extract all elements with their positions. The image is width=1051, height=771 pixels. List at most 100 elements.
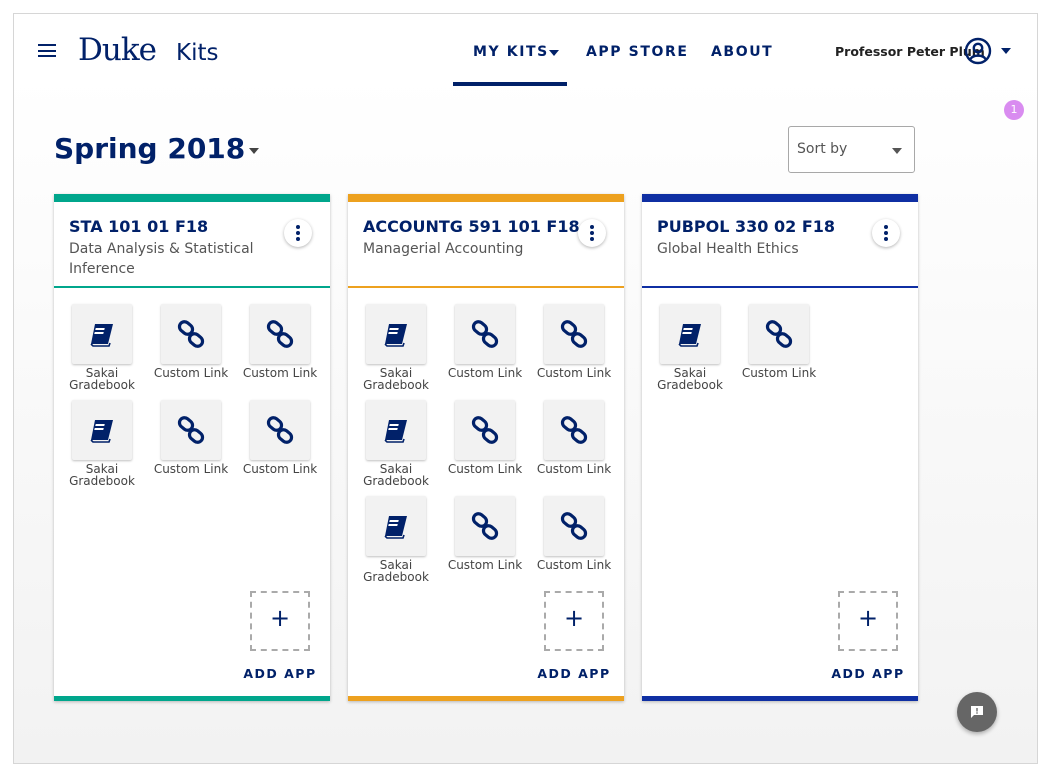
app-tile-label: Custom Link [741, 366, 817, 380]
add-app-button[interactable]: + [838, 591, 898, 651]
link-icon[interactable] [455, 496, 515, 556]
book-icon[interactable] [72, 304, 132, 364]
book-icon[interactable] [72, 400, 132, 460]
card-accent-bottom [348, 696, 624, 701]
app-frame: Duke Kits MY KITS APP STORE ABOUT Profes… [13, 13, 1038, 764]
card-accent-top [348, 194, 624, 202]
app-tile[interactable]: Sakai Gradebook [66, 400, 156, 496]
semester-title[interactable]: Spring 2018 [54, 132, 245, 165]
plus-icon: + [857, 604, 879, 632]
app-tile[interactable]: Sakai Gradebook [360, 400, 450, 496]
app-tile[interactable]: Custom Link [537, 496, 628, 592]
notification-badge[interactable]: 1 [1004, 100, 1024, 120]
book-icon[interactable] [366, 400, 426, 460]
app-tile-label: Sakai Gradebook [657, 366, 723, 392]
add-app-label[interactable]: ADD APP [828, 666, 908, 681]
course-code[interactable]: STA 101 01 F18 [69, 217, 208, 236]
card-more-menu-icon[interactable] [872, 219, 900, 247]
app-tile-label: Custom Link [447, 558, 523, 572]
hamburger-menu-icon[interactable] [38, 44, 56, 57]
course-card[interactable]: ACCOUNTG 591 101 F18 Managerial Accountin… [348, 194, 624, 701]
course-card[interactable]: STA 101 01 F18 Data Analysis & Statistica… [54, 194, 330, 701]
app-tile-label: Sakai Gradebook [363, 558, 429, 584]
app-tile[interactable]: Custom Link [243, 400, 334, 496]
app-tile[interactable]: Custom Link [742, 304, 833, 400]
plus-icon: + [563, 604, 585, 632]
course-code[interactable]: PUBPOL 330 02 F18 [657, 217, 835, 236]
kits-logo[interactable]: Kits [176, 40, 218, 66]
app-tile[interactable]: Custom Link [154, 400, 245, 496]
plus-icon: + [269, 604, 291, 632]
add-app-button[interactable]: + [250, 591, 310, 651]
chat-icon [971, 706, 983, 718]
book-icon[interactable] [660, 304, 720, 364]
card-more-menu-icon[interactable] [578, 219, 606, 247]
course-code[interactable]: ACCOUNTG 591 101 F18 [363, 217, 580, 236]
card-accent-bottom [642, 696, 918, 701]
card-divider [642, 286, 918, 288]
user-dropdown-caret-icon[interactable] [1001, 48, 1011, 54]
sort-caret-icon [892, 148, 902, 154]
course-name: Managerial Accounting [363, 241, 524, 257]
link-icon[interactable] [250, 400, 310, 460]
user-name[interactable]: Professor Peter Plum [835, 44, 985, 59]
semester-dropdown-caret-icon[interactable] [249, 148, 259, 154]
link-icon[interactable] [544, 400, 604, 460]
app-tile[interactable]: Custom Link [537, 400, 628, 496]
card-accent-top [642, 194, 918, 202]
nav-about[interactable]: ABOUT [711, 44, 773, 60]
app-tile-label: Custom Link [242, 366, 318, 380]
app-tile[interactable]: Custom Link [448, 496, 539, 592]
course-name: Global Health Ethics [657, 241, 799, 257]
nav-app-store[interactable]: APP STORE [586, 44, 689, 60]
app-tile-label: Custom Link [447, 366, 523, 380]
duke-logo[interactable]: Duke [78, 32, 157, 68]
card-divider [348, 286, 624, 288]
link-icon[interactable] [544, 496, 604, 556]
link-icon[interactable] [161, 400, 221, 460]
add-app-button[interactable]: + [544, 591, 604, 651]
user-account-icon[interactable] [964, 37, 992, 65]
app-tile-label: Sakai Gradebook [363, 462, 429, 488]
link-icon[interactable] [161, 304, 221, 364]
app-tile[interactable]: Custom Link [154, 304, 245, 400]
link-icon[interactable] [544, 304, 604, 364]
app-tile-label: Sakai Gradebook [69, 366, 135, 392]
app-tile[interactable]: Sakai Gradebook [66, 304, 156, 400]
link-icon[interactable] [455, 400, 515, 460]
card-accent-top [54, 194, 330, 202]
app-tile-label: Custom Link [153, 462, 229, 476]
my-kits-dropdown-caret-icon[interactable] [549, 50, 559, 56]
app-tile-label: Custom Link [536, 366, 612, 380]
book-icon[interactable] [366, 496, 426, 556]
app-tile-label: Custom Link [536, 462, 612, 476]
book-icon[interactable] [366, 304, 426, 364]
course-card[interactable]: PUBPOL 330 02 F18 Global Health Ethics Sak… [642, 194, 918, 701]
link-icon[interactable] [749, 304, 809, 364]
card-accent-bottom [54, 696, 330, 701]
app-tile-label: Custom Link [447, 462, 523, 476]
app-tile[interactable]: Custom Link [448, 400, 539, 496]
link-icon[interactable] [455, 304, 515, 364]
app-tile[interactable]: Custom Link [537, 304, 628, 400]
add-app-label[interactable]: ADD APP [534, 666, 614, 681]
card-more-menu-icon[interactable] [284, 219, 312, 247]
add-app-label[interactable]: ADD APP [240, 666, 320, 681]
app-tile[interactable]: Sakai Gradebook [360, 304, 450, 400]
active-nav-underline [453, 82, 567, 86]
app-tile-label: Custom Link [242, 462, 318, 476]
app-tile-label: Custom Link [153, 366, 229, 380]
card-divider [54, 286, 330, 288]
sort-by-select[interactable]: Sort by [788, 126, 915, 173]
link-icon[interactable] [250, 304, 310, 364]
feedback-chat-button[interactable] [957, 692, 997, 732]
app-tile[interactable]: Sakai Gradebook [360, 496, 450, 592]
app-tile-label: Sakai Gradebook [69, 462, 135, 488]
nav-my-kits[interactable]: MY KITS [473, 44, 549, 60]
app-tile-label: Custom Link [536, 558, 612, 572]
app-tile[interactable]: Custom Link [448, 304, 539, 400]
app-tile[interactable]: Sakai Gradebook [654, 304, 744, 400]
app-tile[interactable]: Custom Link [243, 304, 334, 400]
app-tile-label: Sakai Gradebook [363, 366, 429, 392]
sort-by-label: Sort by [797, 141, 848, 157]
